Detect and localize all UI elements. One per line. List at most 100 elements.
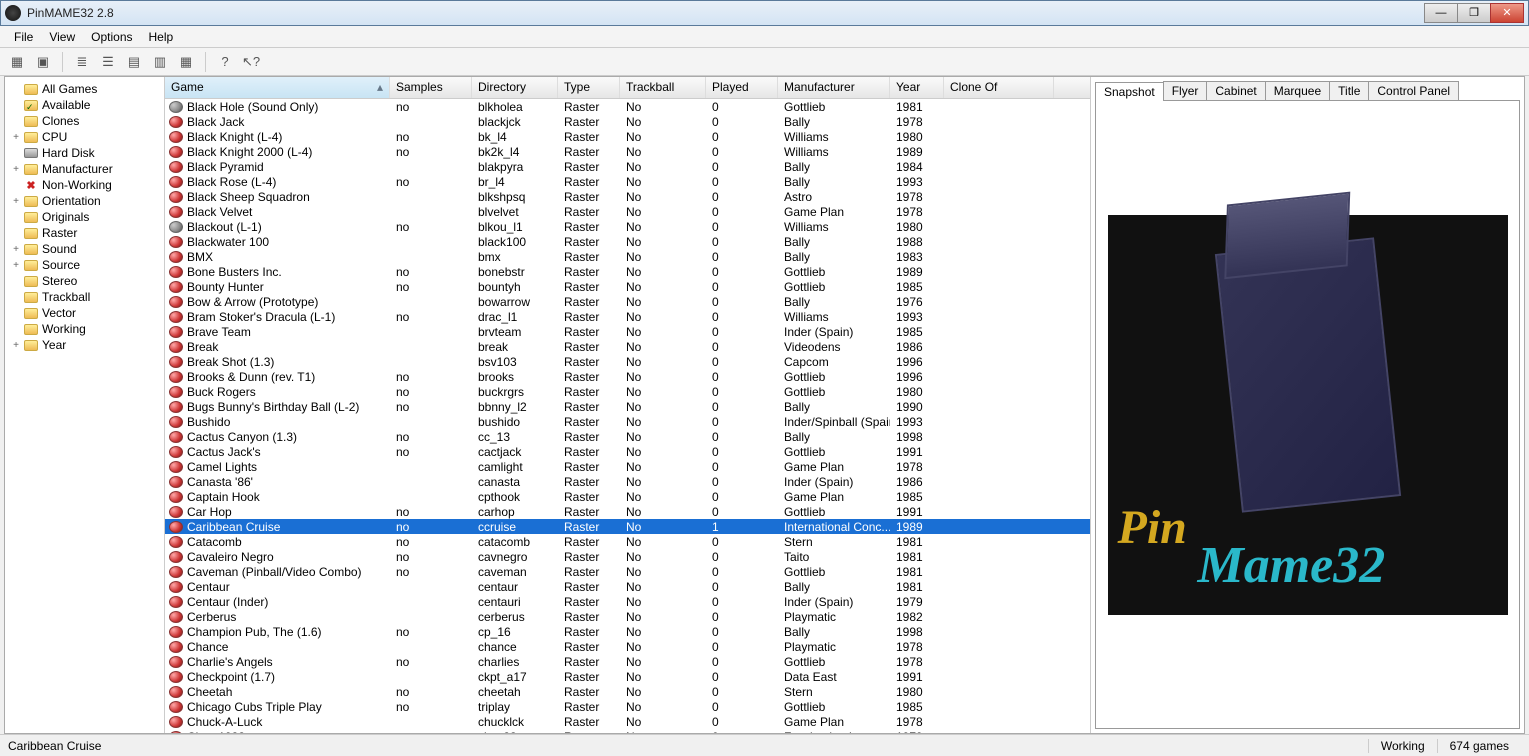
game-row[interactable]: Black Knight (L-4)nobk_l4RasterNo0Willia… bbox=[165, 129, 1090, 144]
column-clone-of[interactable]: Clone Of bbox=[944, 77, 1054, 98]
game-row[interactable]: Checkpoint (1.7)ckpt_a17RasterNo0Data Ea… bbox=[165, 669, 1090, 684]
tree-item-stereo[interactable]: Stereo bbox=[7, 273, 162, 289]
tree-item-originals[interactable]: Originals bbox=[7, 209, 162, 225]
game-row[interactable]: Canasta '86'canastaRasterNo0Inder (Spain… bbox=[165, 474, 1090, 489]
expand-icon[interactable]: + bbox=[9, 244, 23, 255]
game-row[interactable]: ChancechanceRasterNo0Playmatic1978 bbox=[165, 639, 1090, 654]
game-row[interactable]: Captain HookcpthookRasterNo0Game Plan198… bbox=[165, 489, 1090, 504]
game-row[interactable]: Black JackblackjckRasterNo0Bally1978 bbox=[165, 114, 1090, 129]
tree-item-source[interactable]: +Source bbox=[7, 257, 162, 273]
column-headers[interactable]: Game ▴SamplesDirectoryTypeTrackballPlaye… bbox=[165, 77, 1090, 99]
game-row[interactable]: Blackout (L-1)noblkou_l1RasterNo0William… bbox=[165, 219, 1090, 234]
minimize-button[interactable]: — bbox=[1424, 3, 1458, 23]
game-row[interactable]: Break Shot (1.3)bsv103RasterNo0Capcom199… bbox=[165, 354, 1090, 369]
game-row[interactable]: Black Hole (Sound Only)noblkholeaRasterN… bbox=[165, 99, 1090, 114]
view-tree-icon[interactable]: ☰ bbox=[97, 51, 119, 73]
help-icon[interactable]: ? bbox=[214, 51, 236, 73]
column-manufacturer[interactable]: Manufacturer bbox=[778, 77, 890, 98]
tab-snapshot[interactable]: Snapshot bbox=[1095, 82, 1164, 101]
expand-icon[interactable]: + bbox=[9, 196, 23, 207]
tree-item-available[interactable]: Available bbox=[7, 97, 162, 113]
game-row[interactable]: Cactus Jack'snocactjackRasterNo0Gottlieb… bbox=[165, 444, 1090, 459]
game-row[interactable]: Black Rose (L-4)nobr_l4RasterNo0Bally199… bbox=[165, 174, 1090, 189]
view-grid1-icon[interactable]: ▥ bbox=[149, 51, 171, 73]
game-row[interactable]: Cactus Canyon (1.3)nocc_13RasterNo0Bally… bbox=[165, 429, 1090, 444]
game-row[interactable]: Camel LightscamlightRasterNo0Game Plan19… bbox=[165, 459, 1090, 474]
game-row[interactable]: Caribbean CruisenoccruiseRasterNo1Intern… bbox=[165, 519, 1090, 534]
game-row[interactable]: Black Knight 2000 (L-4)nobk2k_l4RasterNo… bbox=[165, 144, 1090, 159]
game-row[interactable]: CentaurcentaurRasterNo0Bally1981 bbox=[165, 579, 1090, 594]
game-row[interactable]: Blackwater 100black100RasterNo0Bally1988 bbox=[165, 234, 1090, 249]
tree-item-working[interactable]: Working bbox=[7, 321, 162, 337]
column-trackball[interactable]: Trackball bbox=[620, 77, 706, 98]
game-row[interactable]: Bounty HunternobountyhRasterNo0Gottlieb1… bbox=[165, 279, 1090, 294]
tree-item-trackball[interactable]: Trackball bbox=[7, 289, 162, 305]
game-row[interactable]: Bram Stoker's Dracula (L-1)nodrac_l1Rast… bbox=[165, 309, 1090, 324]
game-row[interactable]: Black VelvetblvelvetRasterNo0Game Plan19… bbox=[165, 204, 1090, 219]
column-game[interactable]: Game ▴ bbox=[165, 77, 390, 98]
tree-item-cpu[interactable]: +CPU bbox=[7, 129, 162, 145]
tab-title[interactable]: Title bbox=[1329, 81, 1369, 100]
context-help-icon[interactable]: ↖? bbox=[240, 51, 262, 73]
menu-help[interactable]: Help bbox=[141, 28, 182, 46]
menu-view[interactable]: View bbox=[41, 28, 83, 46]
column-played[interactable]: Played bbox=[706, 77, 778, 98]
expand-icon[interactable]: + bbox=[9, 260, 23, 271]
game-row[interactable]: Charlie's AngelsnocharliesRasterNo0Gottl… bbox=[165, 654, 1090, 669]
game-row[interactable]: Cavaleiro NegronocavnegroRasterNo0Taito1… bbox=[165, 549, 1090, 564]
tree-item-clones[interactable]: Clones bbox=[7, 113, 162, 129]
game-row[interactable]: CatacombnocatacombRasterNo0Stern1981 bbox=[165, 534, 1090, 549]
game-row[interactable]: Brave TeambrvteamRasterNo0Inder (Spain)1… bbox=[165, 324, 1090, 339]
tree-item-raster[interactable]: Raster bbox=[7, 225, 162, 241]
tree-item-sound[interactable]: +Sound bbox=[7, 241, 162, 257]
game-row[interactable]: CheetahnocheetahRasterNo0Stern1980 bbox=[165, 684, 1090, 699]
menu-options[interactable]: Options bbox=[83, 28, 140, 46]
tree-item-vector[interactable]: Vector bbox=[7, 305, 162, 321]
game-row[interactable]: Brooks & Dunn (rev. T1)nobrooksRasterNo0… bbox=[165, 369, 1090, 384]
expand-icon[interactable]: + bbox=[9, 132, 23, 143]
game-row[interactable]: BMXbmxRasterNo0Bally1983 bbox=[165, 249, 1090, 264]
tree-item-year[interactable]: +Year bbox=[7, 337, 162, 353]
tree-item-manufacturer[interactable]: +Manufacturer bbox=[7, 161, 162, 177]
tree-item-all-games[interactable]: All Games bbox=[7, 81, 162, 97]
game-row[interactable]: CerberuscerberusRasterNo0Playmatic1982 bbox=[165, 609, 1090, 624]
expand-icon[interactable]: + bbox=[9, 340, 23, 351]
game-rows[interactable]: Black Hole (Sound Only)noblkholeaRasterN… bbox=[165, 99, 1090, 733]
view-detail-icon[interactable]: ▤ bbox=[123, 51, 145, 73]
game-row[interactable]: Bone Busters Inc.nobonebstrRasterNo0Gott… bbox=[165, 264, 1090, 279]
tree-item-orientation[interactable]: +Orientation bbox=[7, 193, 162, 209]
game-row[interactable]: Centaur (Inder)centauriRasterNo0Inder (S… bbox=[165, 594, 1090, 609]
view-grid2-icon[interactable]: ▦ bbox=[175, 51, 197, 73]
game-row[interactable]: Bow & Arrow (Prototype)bowarrowRasterNo0… bbox=[165, 294, 1090, 309]
close-button[interactable]: ✕ bbox=[1490, 3, 1524, 23]
tab-cabinet[interactable]: Cabinet bbox=[1206, 81, 1265, 100]
expand-icon[interactable]: + bbox=[9, 164, 23, 175]
preview-tabs[interactable]: SnapshotFlyerCabinetMarqueeTitleControl … bbox=[1091, 77, 1524, 100]
game-row[interactable]: Chuck-A-LuckchucklckRasterNo0Game Plan19… bbox=[165, 714, 1090, 729]
tree-item-non-working[interactable]: ✖Non-Working bbox=[7, 177, 162, 193]
game-row[interactable]: BushidobushidoRasterNo0Inder/Spinball (S… bbox=[165, 414, 1090, 429]
game-row[interactable]: Chicago Cubs Triple PlaynotriplayRasterN… bbox=[165, 699, 1090, 714]
tab-flyer[interactable]: Flyer bbox=[1163, 81, 1208, 100]
menu-file[interactable]: File bbox=[6, 28, 41, 46]
game-row[interactable]: Car HopnocarhopRasterNo0Gottlieb1991 bbox=[165, 504, 1090, 519]
game-row[interactable]: Caveman (Pinball/Video Combo)nocavemanRa… bbox=[165, 564, 1090, 579]
column-directory[interactable]: Directory bbox=[472, 77, 558, 98]
game-row[interactable]: Buck RogersnobuckrgrsRasterNo0Gottlieb19… bbox=[165, 384, 1090, 399]
view-large-icon[interactable]: ▣ bbox=[32, 51, 54, 73]
column-samples[interactable]: Samples bbox=[390, 77, 472, 98]
game-row[interactable]: Circa 1933circa33RasterNo0Fascination In… bbox=[165, 729, 1090, 733]
game-row[interactable]: Black Sheep SquadronblkshpsqRasterNo0Ast… bbox=[165, 189, 1090, 204]
tab-control-panel[interactable]: Control Panel bbox=[1368, 81, 1459, 100]
game-row[interactable]: BreakbreakRasterNo0Videodens1986 bbox=[165, 339, 1090, 354]
filter-tree[interactable]: All GamesAvailableClones+CPUHard Disk+Ma… bbox=[5, 77, 165, 733]
column-type[interactable]: Type bbox=[558, 77, 620, 98]
view-small-icon[interactable]: ▦ bbox=[6, 51, 28, 73]
tab-marquee[interactable]: Marquee bbox=[1265, 81, 1330, 100]
maximize-button[interactable]: ❐ bbox=[1457, 3, 1491, 23]
tree-item-hard-disk[interactable]: Hard Disk bbox=[7, 145, 162, 161]
game-row[interactable]: Bugs Bunny's Birthday Ball (L-2)nobbnny_… bbox=[165, 399, 1090, 414]
column-year[interactable]: Year bbox=[890, 77, 944, 98]
game-row[interactable]: Champion Pub, The (1.6)nocp_16RasterNo0B… bbox=[165, 624, 1090, 639]
game-row[interactable]: Black PyramidblakpyraRasterNo0Bally1984 bbox=[165, 159, 1090, 174]
